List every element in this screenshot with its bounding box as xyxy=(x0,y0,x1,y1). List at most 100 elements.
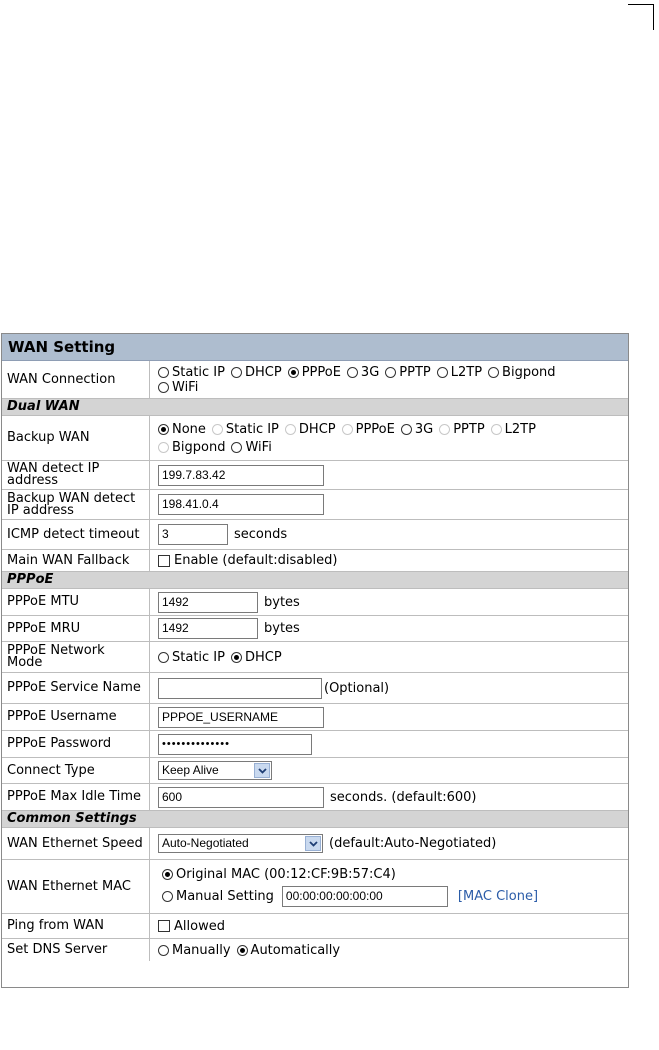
label-wan-detect-ip: WAN detect IP address xyxy=(2,461,150,489)
radio-icon xyxy=(284,423,296,435)
ping-from-wan-checkbox[interactable] xyxy=(158,920,170,932)
wan-conn-l2tp-radio[interactable]: L2TP xyxy=(436,365,482,380)
label-pppoe-mtu: PPPoE MTU xyxy=(2,589,150,615)
network-mode-static-ip-radio[interactable]: Static IP xyxy=(158,650,225,665)
radio-icon xyxy=(211,423,223,435)
radio-icon xyxy=(158,651,169,663)
pppoe-username-input[interactable]: PPPOE_USERNAME xyxy=(158,706,324,728)
chevron-down-icon xyxy=(305,836,321,851)
radio-selected-icon xyxy=(287,366,299,378)
radio-icon xyxy=(400,423,412,435)
radio-icon xyxy=(341,423,353,435)
row-wan-connection: WAN Connection Static IP DHCP PPPoE 3G P… xyxy=(2,361,628,399)
backup-pptp-radio[interactable]: PPTP xyxy=(439,422,485,437)
row-connect-type: Connect Type Keep Alive xyxy=(2,758,628,784)
wan-conn-bigpond-radio[interactable]: Bigpond xyxy=(488,365,556,380)
row-dns-server: Set DNS Server Manually Automatically xyxy=(2,939,628,961)
pppoe-mru-input[interactable]: 1492 xyxy=(158,618,258,639)
backup-wifi-radio[interactable]: WiFi xyxy=(231,440,272,455)
mac-manual-radio[interactable]: Manual Setting xyxy=(162,889,274,904)
row-pppoe-max-idle: PPPoE Max Idle Time 600 seconds. (defaul… xyxy=(2,784,628,811)
row-pppoe-mtu: PPPoE MTU 1492 bytes xyxy=(2,589,628,616)
pppoe-mtu-unit: bytes xyxy=(264,594,300,610)
radio-icon xyxy=(346,366,358,378)
connect-type-select[interactable]: Keep Alive xyxy=(158,761,272,780)
chevron-down-icon xyxy=(254,763,270,778)
pppoe-max-idle-suffix: seconds. (default:600) xyxy=(330,789,477,805)
label-dns-server: Set DNS Server xyxy=(2,939,150,961)
backup-static-ip-radio[interactable]: Static IP xyxy=(211,422,279,437)
radio-selected-icon xyxy=(162,868,173,880)
section-common-settings: Common Settings xyxy=(2,811,628,828)
icmp-timeout-input[interactable]: 3 xyxy=(158,524,228,545)
backup-3g-radio[interactable]: 3G xyxy=(400,422,433,437)
radio-icon xyxy=(162,890,173,902)
label-backup-detect-ip: Backup WAN detect IP address xyxy=(2,490,150,519)
backup-none-radio[interactable]: None xyxy=(158,422,206,437)
label-ping-from-wan: Ping from WAN xyxy=(2,914,150,938)
label-pppoe-network-mode: PPPoE Network Mode xyxy=(2,642,150,672)
wan-conn-static-ip-radio[interactable]: Static IP xyxy=(158,365,225,380)
row-main-fallback: Main WAN Fallback Enable (default:disabl… xyxy=(2,550,628,572)
label-pppoe-service-name: PPPoE Service Name xyxy=(2,673,150,703)
wan-setting-panel: WAN Setting WAN Connection Static IP DHC… xyxy=(1,333,629,988)
mac-clone-link[interactable]: [MAC Clone] xyxy=(458,889,538,904)
main-fallback-checkbox-label: Enable (default:disabled) xyxy=(174,553,338,568)
mac-manual-input[interactable]: 00:00:00:00:00:00 xyxy=(281,885,448,907)
row-pppoe-mru: PPPoE MRU 1492 bytes xyxy=(2,616,628,642)
wan-conn-dhcp-radio[interactable]: DHCP xyxy=(230,365,282,380)
label-connect-type: Connect Type xyxy=(2,758,150,783)
ping-from-wan-checkbox-label: Allowed xyxy=(174,918,225,934)
dns-manually-radio[interactable]: Manually xyxy=(158,943,231,958)
network-mode-dhcp-radio[interactable]: DHCP xyxy=(230,650,282,665)
backup-detect-ip-input[interactable]: 198.41.0.4 xyxy=(158,494,324,515)
row-wan-ethernet-speed: WAN Ethernet Speed Auto-Negotiated (defa… xyxy=(2,828,628,860)
radio-icon xyxy=(158,381,169,393)
pppoe-mru-unit: bytes xyxy=(264,621,300,636)
radio-selected-icon xyxy=(230,651,242,663)
backup-bigpond-radio[interactable]: Bigpond xyxy=(158,440,225,455)
row-pppoe-network-mode: PPPoE Network Mode Static IP DHCP xyxy=(2,642,628,673)
radio-icon xyxy=(158,944,169,956)
wan-ethernet-speed-value: Auto-Negotiated xyxy=(162,836,249,850)
label-main-fallback: Main WAN Fallback xyxy=(2,550,150,571)
radio-icon xyxy=(230,366,242,378)
radio-icon xyxy=(488,366,500,378)
label-wan-ethernet-speed: WAN Ethernet Speed xyxy=(2,828,150,859)
pppoe-mtu-input[interactable]: 1492 xyxy=(158,591,258,613)
pppoe-service-name-input[interactable] xyxy=(158,677,322,699)
row-wan-detect-ip: WAN detect IP address 199.7.83.42 xyxy=(2,461,628,490)
wan-conn-3g-radio[interactable]: 3G xyxy=(346,365,379,380)
radio-selected-icon xyxy=(236,944,248,956)
mac-original-radio[interactable]: Original MAC (00:12:CF:9B:57:C4) xyxy=(162,867,396,882)
row-backup-detect-ip: Backup WAN detect IP address 198.41.0.4 xyxy=(2,490,628,520)
wan-conn-wifi-radio[interactable]: WiFi xyxy=(158,380,198,395)
label-backup-wan: Backup WAN xyxy=(2,416,150,460)
pppoe-max-idle-input[interactable]: 600 xyxy=(158,786,324,808)
wan-ethernet-speed-default: (default:Auto-Negotiated) xyxy=(329,836,497,851)
radio-icon xyxy=(385,366,397,378)
pppoe-password-input[interactable]: •••••••••••••• xyxy=(158,733,312,755)
backup-l2tp-radio[interactable]: L2TP xyxy=(490,422,536,437)
dns-automatically-radio[interactable]: Automatically xyxy=(236,943,340,958)
radio-icon xyxy=(439,423,451,435)
radio-icon xyxy=(231,441,243,453)
radio-icon xyxy=(490,423,502,435)
wan-detect-ip-input[interactable]: 199.7.83.42 xyxy=(158,464,324,486)
connect-type-value: Keep Alive xyxy=(162,763,219,777)
wan-ethernet-speed-select[interactable]: Auto-Negotiated xyxy=(158,834,323,853)
label-pppoe-mru: PPPoE MRU xyxy=(2,616,150,641)
backup-pppoe-radio[interactable]: PPPoE xyxy=(341,422,395,437)
label-wan-connection: WAN Connection xyxy=(2,361,150,398)
row-pppoe-username: PPPoE Username PPPOE_USERNAME xyxy=(2,704,628,731)
main-fallback-checkbox[interactable] xyxy=(158,554,170,567)
label-wan-ethernet-mac: WAN Ethernet MAC xyxy=(2,860,150,913)
section-dual-wan: Dual WAN xyxy=(2,399,628,416)
radio-icon xyxy=(436,366,448,378)
row-wan-ethernet-mac: WAN Ethernet MAC Original MAC (00:12:CF:… xyxy=(2,860,628,914)
icmp-timeout-unit: seconds xyxy=(234,527,288,542)
wan-conn-pppoe-radio[interactable]: PPPoE xyxy=(287,365,341,380)
wan-conn-pptp-radio[interactable]: PPTP xyxy=(385,365,431,380)
backup-dhcp-radio[interactable]: DHCP xyxy=(284,422,336,437)
pppoe-service-name-optional: (Optional) xyxy=(324,680,390,696)
